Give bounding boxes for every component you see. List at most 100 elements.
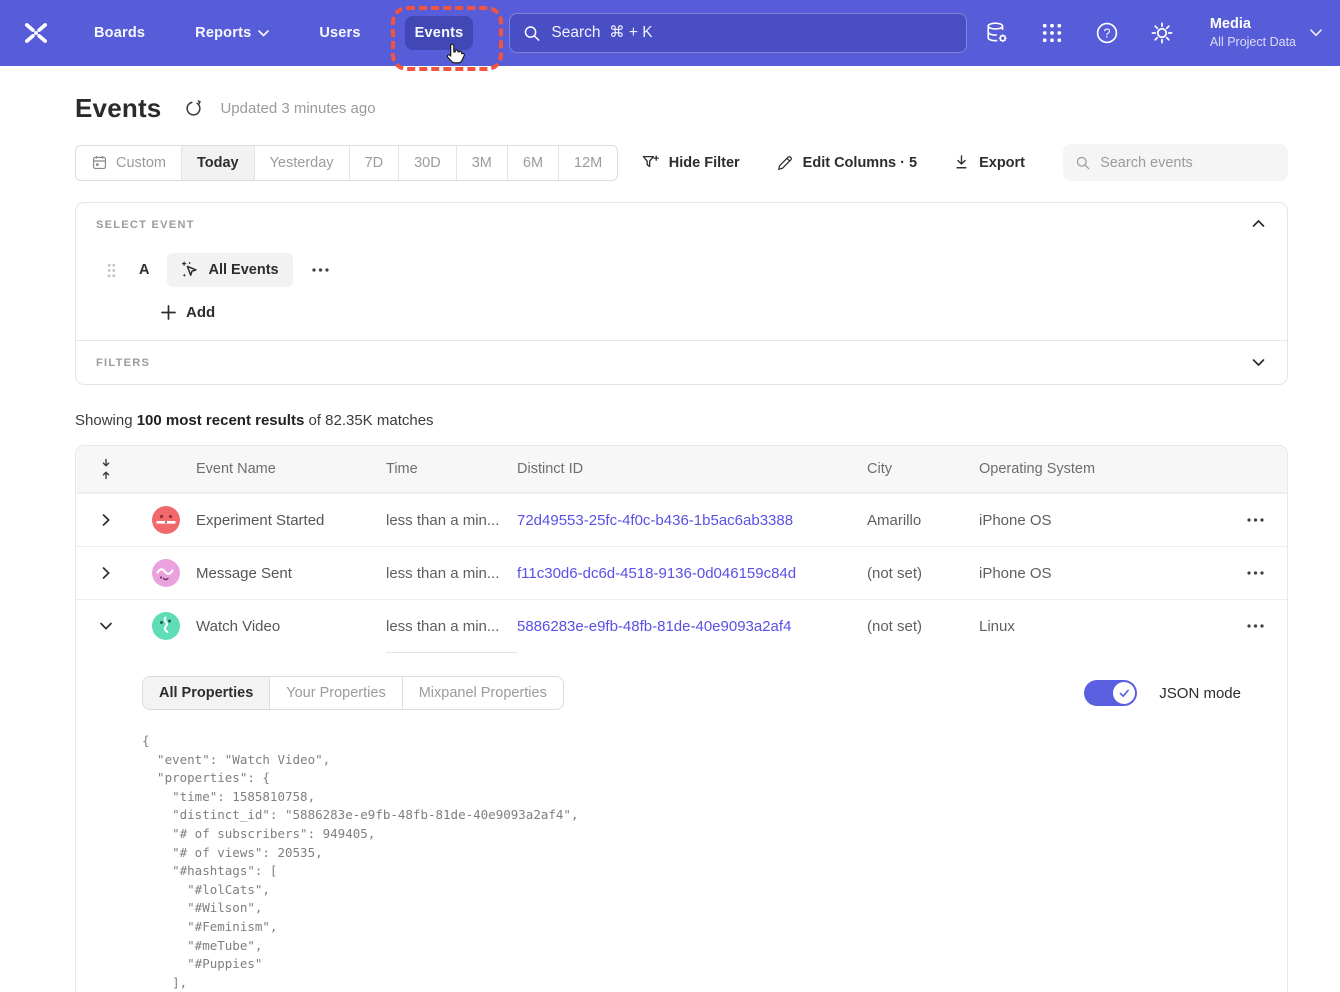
cell-distinct-id-link[interactable]: 72d49553-25fc-4f0c-b436-1b5ac6ab3388 [517, 512, 867, 529]
date-range-6m[interactable]: 6M [508, 146, 559, 180]
json-mode-toggle[interactable] [1084, 680, 1137, 706]
date-range-30d-label: 30D [414, 155, 441, 171]
date-range-today[interactable]: Today [182, 146, 255, 180]
nav-item-events[interactable]: Events [405, 16, 474, 50]
chevron-down-icon [1310, 29, 1322, 37]
row-actions-kebab-icon[interactable] [1223, 510, 1287, 530]
results-summary: Showing 100 most recent results of 82.35… [75, 412, 1288, 429]
tab-all-properties[interactable]: All Properties [143, 677, 270, 709]
search-icon [1076, 155, 1090, 171]
time-cell-underline [386, 652, 517, 653]
nav-item-boards-label: Boards [94, 25, 145, 41]
column-header-time[interactable]: Time [386, 461, 517, 477]
calendar-icon [91, 154, 108, 171]
properties-tabs: All Properties Your Properties Mixpanel … [142, 676, 564, 710]
column-header-event-name[interactable]: Event Name [196, 461, 386, 477]
help-icon[interactable]: ? [1094, 20, 1120, 46]
date-range-3m-label: 3M [472, 155, 492, 171]
results-summary-suffix: of 82.35K matches [304, 412, 433, 429]
table-row[interactable]: Message Sent less than a min... f11c30d6… [76, 546, 1287, 599]
event-options-kebab-icon[interactable] [306, 262, 335, 278]
select-event-label: SELECT EVENT [76, 203, 1287, 231]
json-mode-label: JSON mode [1159, 685, 1241, 702]
date-range-picker: Custom Today Yesterday 7D 30D 3M 6M 12M [75, 145, 618, 181]
date-range-12m[interactable]: 12M [559, 146, 617, 180]
primary-nav: Boards Reports Users Events [84, 16, 473, 50]
nav-item-reports-label: Reports [195, 25, 251, 41]
chevron-up-icon [1252, 219, 1265, 228]
download-icon [953, 154, 970, 171]
cell-distinct-id-link[interactable]: 5886283e-e9fb-48fb-81de-40e9093a2af4 [517, 618, 867, 635]
event-detail-panel: All Properties Your Properties Mixpanel … [76, 652, 1287, 992]
date-range-custom-label: Custom [116, 155, 166, 171]
nav-item-boards[interactable]: Boards [84, 16, 155, 50]
cell-city: (not set) [867, 565, 979, 582]
cell-event-name: Message Sent [196, 565, 386, 582]
event-avatar [152, 506, 180, 534]
date-range-6m-label: 6M [523, 155, 543, 171]
date-range-custom[interactable]: Custom [76, 146, 182, 180]
date-range-12m-label: 12M [574, 155, 602, 171]
drag-handle-icon[interactable] [107, 263, 116, 278]
event-json-view: { "event": "Watch Video", "properties": … [142, 732, 1263, 992]
date-range-7d[interactable]: 7D [350, 146, 400, 180]
event-avatar [152, 612, 180, 640]
column-header-os[interactable]: Operating System [979, 461, 1223, 477]
cell-distinct-id-link[interactable]: f11c30d6-dc6d-4518-9136-0d046159c84d [517, 565, 867, 582]
tab-mixpanel-properties[interactable]: Mixpanel Properties [403, 677, 563, 709]
row-expand-chevron-right-icon[interactable] [92, 505, 120, 535]
expand-all-icon[interactable] [76, 458, 136, 480]
event-selector-row: A All Events [107, 253, 1287, 287]
project-switcher[interactable]: Media All Project Data [1210, 15, 1322, 50]
query-builder-card: SELECT EVENT A [75, 202, 1288, 385]
edit-columns-button[interactable]: Edit Columns · 5 [776, 154, 917, 172]
date-range-30d[interactable]: 30D [399, 146, 457, 180]
global-search-input[interactable] [551, 24, 952, 42]
row-expand-chevron-right-icon[interactable] [92, 558, 120, 588]
funnel-icon [641, 153, 660, 172]
table-header-row: Event Name Time Distinct ID City Operati… [76, 446, 1287, 493]
cell-city: (not set) [867, 618, 979, 635]
cell-time: less than a min... [386, 565, 517, 582]
pencil-icon [776, 154, 794, 172]
hide-filter-button[interactable]: Hide Filter [641, 153, 740, 172]
row-collapse-chevron-down-icon[interactable] [91, 612, 121, 640]
column-header-distinct-id[interactable]: Distinct ID [517, 461, 867, 477]
tab-your-properties[interactable]: Your Properties [270, 677, 402, 709]
add-event-button[interactable]: Add [161, 304, 1287, 321]
events-table: Event Name Time Distinct ID City Operati… [75, 445, 1288, 992]
table-toolbar: Hide Filter Edit Columns · 5 Export [641, 144, 1288, 181]
refresh-icon[interactable] [184, 99, 203, 118]
tab-all-properties-label: All Properties [159, 685, 253, 701]
apps-grid-icon[interactable] [1039, 20, 1065, 46]
global-search[interactable] [509, 13, 967, 53]
table-row-expanded[interactable]: Watch Video less than a min... 5886283e-… [76, 599, 1287, 652]
cell-os: iPhone OS [979, 565, 1223, 582]
export-button[interactable]: Export [953, 154, 1025, 171]
collapse-section-button[interactable] [1248, 215, 1269, 232]
events-search-input[interactable] [1100, 155, 1275, 171]
date-range-3m[interactable]: 3M [457, 146, 508, 180]
table-row[interactable]: Experiment Started less than a min... 72… [76, 493, 1287, 546]
check-icon [1119, 689, 1130, 698]
chevron-down-icon [258, 30, 269, 37]
column-header-city[interactable]: City [867, 461, 979, 477]
select-event-section: SELECT EVENT A [76, 203, 1287, 321]
row-actions-kebab-icon[interactable] [1223, 563, 1287, 583]
date-range-yesterday[interactable]: Yesterday [255, 146, 350, 180]
settings-gear-icon[interactable] [1149, 20, 1175, 46]
event-picker-button[interactable]: All Events [167, 253, 292, 287]
cell-os: iPhone OS [979, 512, 1223, 529]
expand-filters-button[interactable] [1248, 354, 1269, 371]
nav-item-users[interactable]: Users [309, 16, 370, 50]
data-management-icon[interactable] [984, 20, 1010, 46]
title-row: Events Updated 3 minutes ago [75, 93, 1288, 124]
row-actions-kebab-icon[interactable] [1223, 616, 1287, 636]
events-search[interactable] [1063, 144, 1288, 181]
nav-item-reports[interactable]: Reports [185, 16, 279, 50]
controls-row: Custom Today Yesterday 7D 30D 3M 6M 12M [75, 144, 1288, 181]
mixpanel-logo-icon[interactable] [16, 13, 56, 53]
cell-event-name: Watch Video [196, 618, 386, 635]
filters-section[interactable]: FILTERS [76, 341, 1287, 384]
toggle-knob [1113, 682, 1135, 704]
